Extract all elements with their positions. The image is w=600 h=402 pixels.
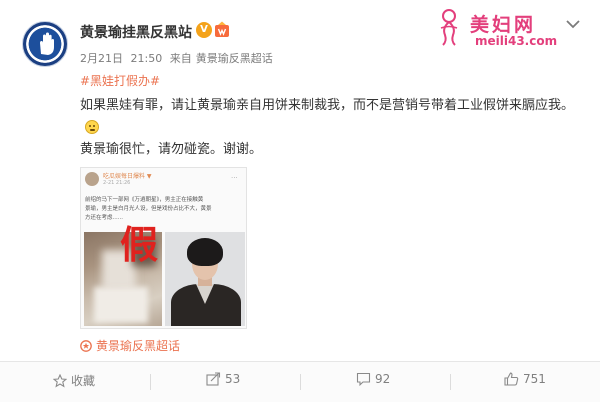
like-icon — [504, 372, 519, 386]
watermark-logo-icon — [440, 9, 458, 46]
post-image[interactable]: 吃瓜娱每日爆料 ▼ 2-21 21:26 ··· 前绍的马下一部网《万逍朝星》，… — [80, 167, 247, 329]
weibo-post-card: 黄景瑜挂黑反黑站 V 2月21日 21:50 来自 黄景瑜反黑超话 美妇网 mei… — [0, 0, 600, 402]
post-body-line2: 黄景瑜很忙，请勿碰瓷。谢谢。 — [80, 142, 263, 157]
verified-icon: V — [196, 22, 212, 38]
quoted-text-line: 前绍的马下一部网《万逍朝星》，男主正在接触黄 — [85, 197, 204, 203]
post-time[interactable]: 21:50 — [131, 52, 163, 65]
separator — [300, 374, 301, 390]
avatar[interactable] — [22, 21, 68, 67]
watermark-url: meili43.com — [475, 34, 558, 48]
supertopic-label: 黄景瑜反黑超话 — [96, 339, 181, 353]
fake-stamp: 假 — [120, 222, 159, 267]
watermark-title: 美妇网 — [470, 14, 537, 36]
star-icon — [52, 373, 68, 388]
action-bar: 收藏 53 92 751 — [0, 362, 600, 402]
separator — [450, 374, 451, 390]
more-icon: ··· — [231, 174, 238, 182]
like-button[interactable]: 751 — [504, 372, 546, 392]
favorite-button[interactable]: 收藏 — [52, 372, 96, 392]
hand-logo-icon — [40, 32, 54, 55]
quoted-text-line: 方还在考虑...... — [85, 215, 123, 221]
quoted-text-line: 景瑜，男主是白月光人设，但是戏份占比不大，黄景 — [85, 206, 212, 212]
chevron-down-icon[interactable] — [566, 19, 580, 29]
emoji-icon — [85, 120, 99, 134]
repost-count: 53 — [225, 372, 241, 386]
quoted-avatar — [85, 172, 99, 186]
supertopic-icon — [80, 340, 92, 352]
post-source-prefix: 来自 — [169, 52, 192, 65]
quoted-time: 2-21 21:26 — [103, 180, 131, 186]
username[interactable]: 黄景瑜挂黑反黑站 — [80, 22, 192, 42]
quoted-text: 前绍的马下一部网《万逍朝星》，男主正在接触黄 景瑜，男主是白月光人设，但是戏份占… — [85, 196, 245, 223]
separator — [150, 374, 151, 390]
comment-count: 92 — [375, 372, 391, 386]
quoted-name: 吃瓜娱每日爆料 ▼ — [103, 173, 152, 180]
hashtag-link[interactable]: #黑娃打假办# — [80, 72, 160, 89]
comment-icon — [356, 372, 371, 387]
actor-photo — [165, 232, 245, 326]
quoted-card-header: 吃瓜娱每日爆料 ▼ 2-21 21:26 ··· — [81, 168, 246, 192]
post-date[interactable]: 2月21日 — [80, 52, 123, 65]
member-icon[interactable] — [214, 21, 230, 38]
favorite-label: 收藏 — [71, 374, 96, 388]
post-body: 如果黑娃有罪，请让黄景瑜亲自用饼来制裁我，而不是营销号带着工业假饼来膈应我。 — [80, 94, 580, 140]
post-meta: 2月21日 21:50 来自 黄景瑜反黑超话 — [80, 50, 277, 66]
post-body-line1: 如果黑娃有罪，请让黄景瑜亲自用饼来制裁我，而不是营销号带着工业假饼来膈应我。 — [80, 98, 575, 113]
supertopic-link[interactable]: 黄景瑜反黑超话 — [80, 337, 180, 354]
repost-icon — [206, 372, 221, 386]
repost-button[interactable]: 53 — [206, 372, 240, 392]
like-count: 751 — [523, 372, 546, 386]
post-source[interactable]: 黄景瑜反黑超话 — [196, 52, 273, 65]
comment-button[interactable]: 92 — [356, 372, 390, 392]
